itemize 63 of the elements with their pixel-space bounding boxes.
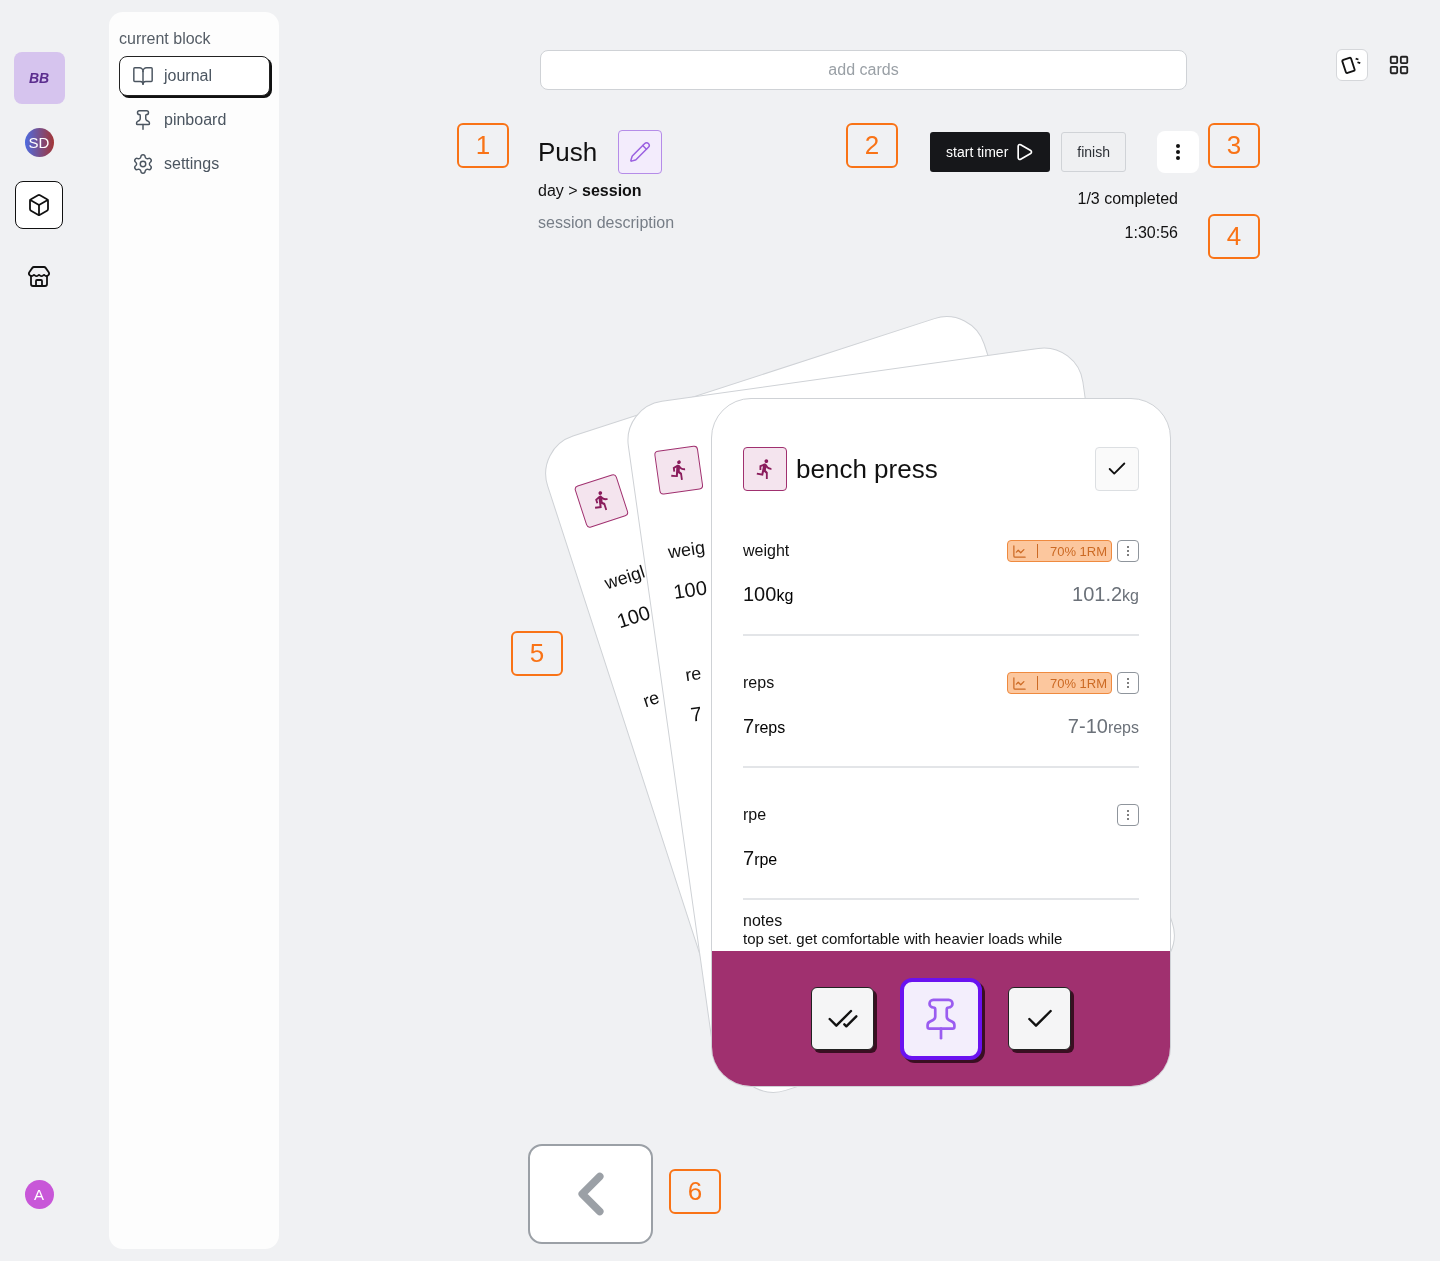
callout-number: 2 — [846, 123, 898, 168]
running-icon — [653, 445, 704, 495]
cards-view-button[interactable] — [1336, 49, 1368, 81]
session-title: Push — [538, 136, 598, 168]
finish-button[interactable]: finish — [1061, 132, 1126, 172]
breadcrumb: day > session — [538, 182, 643, 200]
field-label: weigl — [602, 561, 648, 595]
callout-number: 6 — [669, 1169, 721, 1214]
start-timer-button[interactable]: start timer — [930, 132, 1051, 172]
book-icon — [132, 65, 154, 87]
chart-icon — [1011, 675, 1027, 691]
progress-text: 1/3 completed — [1077, 190, 1178, 208]
grid-icon — [1388, 54, 1410, 76]
target-value: 101.2kg — [1072, 583, 1139, 606]
box-icon — [27, 193, 51, 217]
sidebar-item[interactable]: journal — [119, 56, 270, 96]
user-avatar[interactable]: SD — [24, 128, 54, 157]
field-menu-button[interactable] — [1117, 540, 1139, 562]
back-button[interactable] — [528, 1144, 653, 1244]
sidebar-item[interactable]: settings — [119, 144, 270, 184]
callout-number: 1 — [457, 123, 509, 168]
field-value: 7rpe — [743, 847, 778, 870]
double-check-button[interactable] — [811, 987, 874, 1050]
search-field[interactable]: add cards — [540, 50, 1187, 90]
session-description: session description — [538, 214, 675, 232]
sidebar-heading: current block — [119, 30, 212, 48]
field-label: re — [640, 687, 663, 713]
user-avatar[interactable]: A — [24, 1180, 54, 1209]
elapsed-time: 1:30:56 — [1124, 224, 1178, 242]
edit-button[interactable] — [618, 130, 663, 174]
check-button[interactable] — [1008, 987, 1071, 1050]
field-label: weight — [743, 542, 790, 560]
notes-text: top set. get comfortable with heavier loads while — [743, 930, 1064, 948]
blocks-button[interactable] — [15, 181, 63, 229]
play-icon — [1014, 142, 1035, 162]
more-button[interactable] — [1157, 131, 1199, 173]
field-menu-button[interactable] — [1117, 672, 1139, 694]
field-menu-button[interactable] — [1117, 804, 1139, 826]
cards-icon — [1341, 54, 1363, 76]
target-value: 7-10reps — [1067, 715, 1139, 738]
field-value: 100kg — [743, 583, 794, 606]
callout-number: 5 — [511, 631, 563, 676]
field-value: 100 — [614, 601, 654, 634]
field-value: 7reps — [743, 715, 786, 738]
field-label: reps — [743, 674, 775, 692]
field-label: weig — [666, 537, 707, 564]
notes-label: notes — [743, 912, 784, 930]
running-icon — [743, 447, 787, 491]
callout-number: 3 — [1208, 123, 1260, 168]
more-icon — [1176, 144, 1180, 160]
callout-number: 4 — [1208, 214, 1260, 259]
field-value: 7 — [689, 702, 704, 727]
exercise-title: bench press — [796, 453, 938, 485]
field-label: re — [683, 663, 703, 687]
chart-icon — [1011, 543, 1027, 559]
app-logo[interactable]: BB — [13, 52, 65, 104]
store-icon — [27, 265, 51, 289]
field-label: rpe — [743, 806, 767, 824]
pin-button[interactable] — [900, 977, 982, 1060]
sidebar-item[interactable]: pinboard — [119, 100, 270, 140]
field-value: 100 — [672, 576, 709, 604]
settings-icon — [132, 153, 154, 175]
pencil-icon — [629, 141, 652, 163]
